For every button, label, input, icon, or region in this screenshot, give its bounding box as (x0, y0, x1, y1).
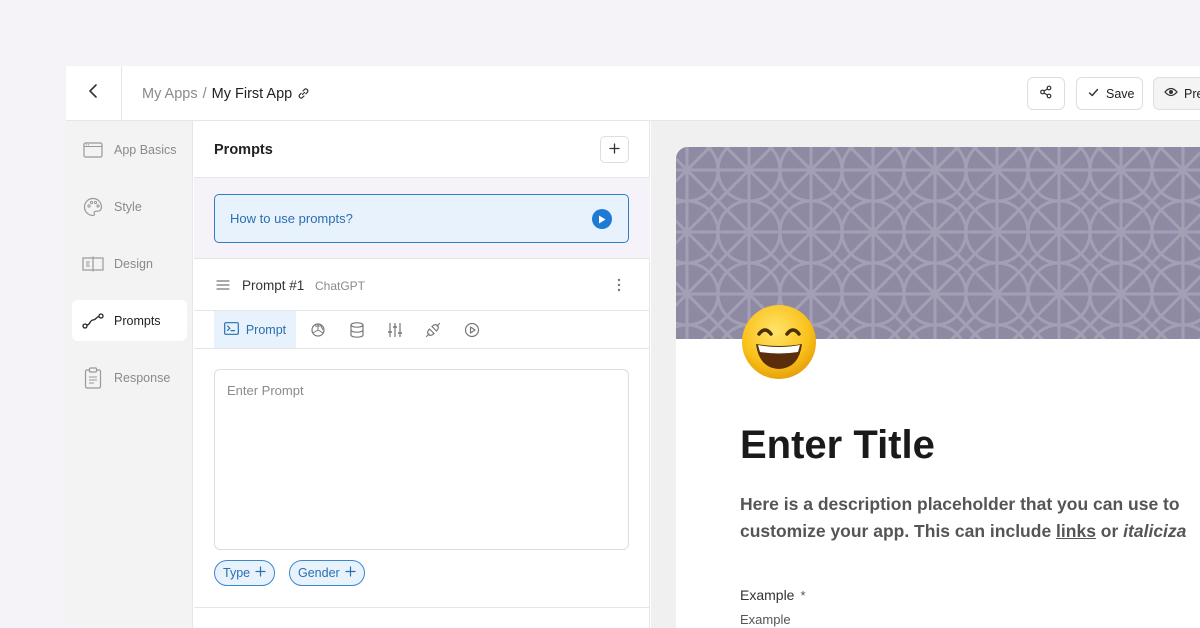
breadcrumb: My Apps / My First App (142, 66, 310, 121)
window-icon (82, 139, 104, 161)
description-text: customize your app. This can include (740, 521, 1057, 541)
sidebar: App Basics Style Design Prompts Response (66, 121, 193, 628)
sidebar-item-label: App Basics (114, 142, 177, 157)
link-icon[interactable] (297, 87, 310, 100)
layout-icon (82, 253, 104, 275)
sidebar-item-label: Response (114, 370, 171, 385)
flow-icon (82, 310, 104, 332)
sidebar-item-style[interactable]: Style (72, 186, 187, 227)
plus-icon (345, 566, 356, 580)
save-label: Save (1106, 86, 1135, 101)
sidebar-item-prompts[interactable]: Prompts (72, 300, 187, 341)
chevron-left-icon (87, 83, 101, 104)
tab-prompt-label: Prompt (245, 322, 287, 337)
preview-label: Pre (1184, 86, 1200, 101)
plug-icon[interactable] (423, 320, 443, 340)
preview-card: Enter Title Here is a description placeh… (676, 147, 1200, 628)
prompt-tabs: Prompt (194, 311, 650, 349)
variable-chip-gender[interactable]: Gender (289, 560, 365, 586)
howto-section: How to use prompts? (194, 178, 650, 259)
breadcrumb-current-app: My First App (211, 85, 293, 102)
breadcrumb-my-apps[interactable]: My Apps (142, 86, 198, 102)
panel-header: Prompts (194, 121, 650, 178)
prompt-model: ChatGPT (315, 279, 366, 293)
example-field-label: Example * (740, 587, 806, 603)
description-line: customize your app. This can include lin… (740, 518, 1200, 545)
play-icon (592, 209, 612, 229)
prompts-panel: Prompts How to use prompts? Prompt #1 Ch… (194, 121, 650, 628)
sidebar-item-app-basics[interactable]: App Basics (72, 129, 187, 170)
sidebar-item-label: Prompts (114, 313, 161, 328)
prompt-name: Prompt #1 (242, 278, 305, 293)
sliders-icon[interactable] (385, 320, 405, 340)
plus-icon (609, 141, 620, 159)
variable-chip-type[interactable]: Type (214, 560, 276, 586)
howto-label: How to use prompts? (230, 211, 353, 226)
share-icon (1039, 85, 1053, 102)
share-button[interactable] (1027, 77, 1065, 110)
chip-label: Type (223, 566, 251, 580)
description-italic: italiciza (1123, 521, 1187, 541)
sidebar-item-response[interactable]: Response (72, 357, 187, 398)
app-title[interactable]: Enter Title (740, 423, 935, 468)
app-description[interactable]: Here is a description placeholder that y… (740, 491, 1200, 545)
database-icon[interactable] (347, 320, 367, 340)
app-emoji-icon[interactable] (739, 302, 819, 382)
chip-label: Gender (298, 566, 340, 580)
example-field-subtext: Example (740, 612, 791, 627)
terminal-icon (223, 321, 239, 338)
divider (194, 607, 650, 608)
preview-button[interactable]: Pre (1153, 77, 1200, 110)
check-icon (1088, 87, 1099, 101)
eye-icon (1164, 86, 1178, 101)
app-window: My Apps / My First App Save Pre App Basi… (66, 66, 1200, 628)
drag-handle-icon[interactable] (216, 278, 230, 296)
how-to-use-prompts-button[interactable]: How to use prompts? (214, 194, 629, 243)
description-line: Here is a description placeholder that y… (740, 494, 1180, 514)
more-options-icon[interactable] (612, 276, 626, 294)
save-button[interactable]: Save (1076, 77, 1143, 110)
top-bar: My Apps / My First App Save Pre (66, 66, 1200, 121)
plus-icon (255, 566, 266, 580)
breadcrumb-separator: / (202, 85, 207, 102)
description-text: or (1095, 521, 1124, 541)
play-icon[interactable] (462, 320, 482, 340)
prompt-input[interactable] (214, 369, 629, 550)
openai-icon[interactable] (308, 320, 328, 340)
field-label-text: Example (740, 587, 795, 603)
required-asterisk: * (800, 588, 806, 603)
back-button[interactable] (66, 66, 122, 121)
prompt-header-row[interactable]: Prompt #1 ChatGPT (194, 259, 650, 311)
sidebar-item-design[interactable]: Design (72, 243, 187, 284)
sidebar-item-label: Design (114, 256, 153, 271)
panel-title: Prompts (214, 142, 273, 158)
palette-icon (82, 196, 104, 218)
app-preview: Enter Title Here is a description placeh… (651, 121, 1200, 628)
description-link[interactable]: links (1056, 521, 1096, 541)
sidebar-item-label: Style (114, 199, 142, 214)
tab-prompt[interactable]: Prompt (214, 311, 296, 348)
clipboard-icon (82, 366, 104, 389)
add-prompt-button[interactable] (600, 136, 629, 163)
